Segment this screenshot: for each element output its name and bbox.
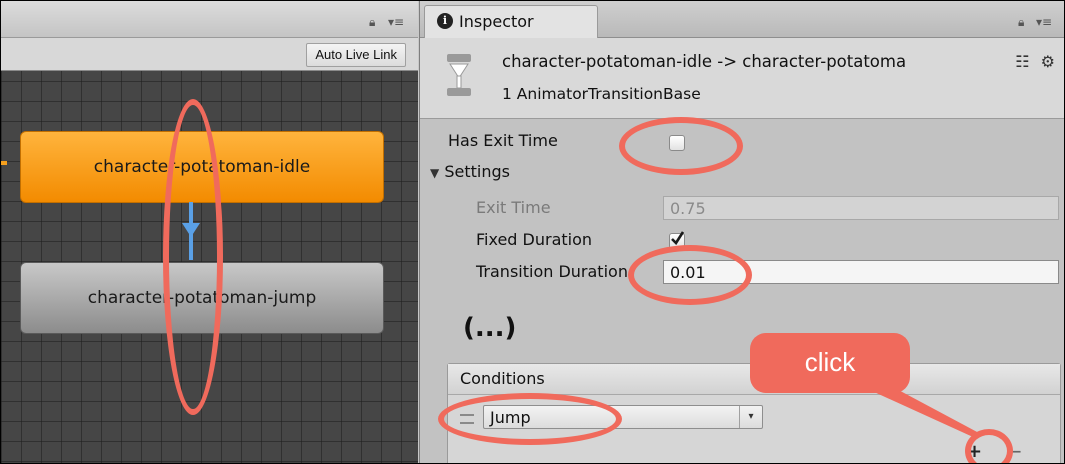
menu-icon[interactable]: ▾≡	[1036, 15, 1052, 29]
auto-live-link-button[interactable]: Auto Live Link	[306, 43, 406, 67]
has-exit-time-label: Has Exit Time	[448, 131, 558, 150]
exit-time-field[interactable]: 0.75	[663, 196, 1059, 220]
click-callout: click	[750, 333, 910, 393]
info-icon: i	[437, 13, 453, 29]
transition-title: character-potatoman-idle -> character-po…	[502, 52, 907, 71]
header-icons: ☷ ⚙	[1015, 52, 1055, 71]
foldout-arrow-icon: ▼	[430, 166, 440, 180]
inspector-tab-strip: i Inspector 🔒︎ ▾≡	[420, 1, 1064, 38]
incoming-transition-stub	[1, 161, 7, 165]
exit-time-label: Exit Time	[476, 198, 551, 217]
menu-icon[interactable]: ▾≡	[388, 15, 404, 29]
annotation-ring-transition	[163, 99, 223, 415]
tab-inspector-label: Inspector	[459, 12, 534, 31]
lock-icon[interactable]: 🔒︎	[1018, 15, 1024, 30]
annotation-ring-has-exit-time	[619, 117, 743, 175]
preset-icon[interactable]: ☷	[1015, 52, 1029, 71]
animator-tab-bar: 🔒︎ ▾≡	[1, 1, 418, 38]
click-callout-label: click	[804, 347, 856, 377]
conditions-title: Conditions	[460, 369, 545, 388]
omitted-content-ellipsis: (...)	[463, 313, 517, 343]
settings-foldout[interactable]: ▼ Settings	[430, 162, 510, 181]
settings-label: Settings	[444, 162, 510, 181]
lock-icon[interactable]: 🔒︎	[369, 15, 375, 30]
transition-icon	[447, 54, 471, 96]
dropdown-arrow-icon: ▾	[739, 406, 762, 428]
tab-inspector[interactable]: i Inspector	[424, 5, 598, 38]
transition-subtitle: 1 AnimatorTransitionBase	[502, 85, 701, 103]
transition-duration-label: Transition Duration	[476, 262, 628, 281]
fixed-duration-label: Fixed Duration	[476, 230, 593, 249]
annotation-ring-jump-condition	[438, 393, 622, 445]
screenshot-frame: 🔒︎ ▾≡ Auto Live Link character-potatoman…	[0, 0, 1065, 464]
gear-icon[interactable]: ⚙	[1041, 52, 1055, 71]
animator-toolbar: Auto Live Link	[1, 38, 418, 71]
checkmark-icon	[671, 231, 684, 245]
inspector-header: character-potatoman-idle -> character-po…	[420, 38, 1064, 119]
annotation-ring-transition-duration	[628, 245, 752, 305]
